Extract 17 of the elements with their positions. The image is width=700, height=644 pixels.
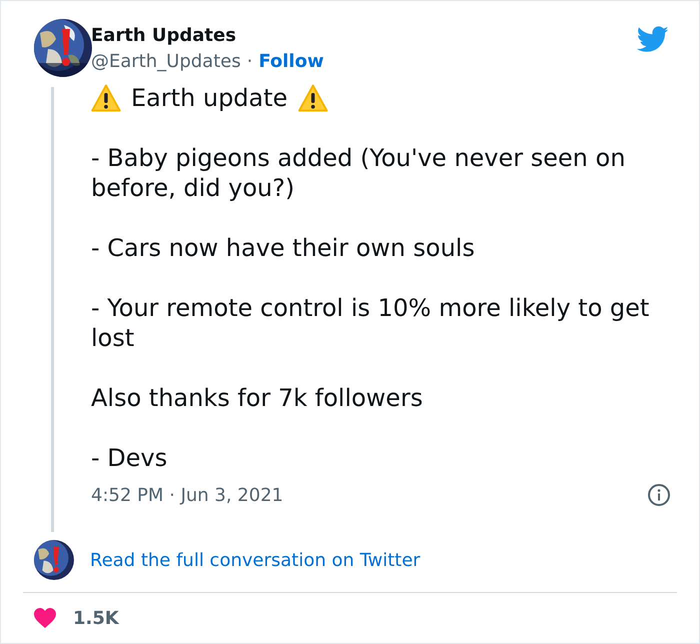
follow-link[interactable]: Follow [258,49,324,75]
warning-icon [298,84,328,112]
tweet-paragraph: Also thanks for 7k followers [91,383,424,413]
like-count: 1.5K [73,608,119,628]
tweet-paragraph: - Cars now have their own souls [91,233,476,263]
author-name: Earth Updates [91,24,238,48]
separator: · [246,50,253,74]
tweet-paragraph: - Your remote control is 10% more likely to get lost [91,293,650,353]
conversation-link[interactable]: Read the full conversation on Twitter [90,550,420,570]
tweet-paragraph: - Devs [91,443,168,473]
info-icon[interactable] [647,483,671,507]
warning-icon [91,84,121,112]
heart-icon[interactable] [33,607,57,629]
author-handle: @Earth_Updates [91,50,241,74]
tweet-title: Earth update [131,83,288,113]
tweet-paragraph: - Baby pigeons added (You've never seen on before, did you?) [91,143,626,203]
timestamp[interactable]: 4:52 PM · Jun 3, 2021 [91,484,284,506]
